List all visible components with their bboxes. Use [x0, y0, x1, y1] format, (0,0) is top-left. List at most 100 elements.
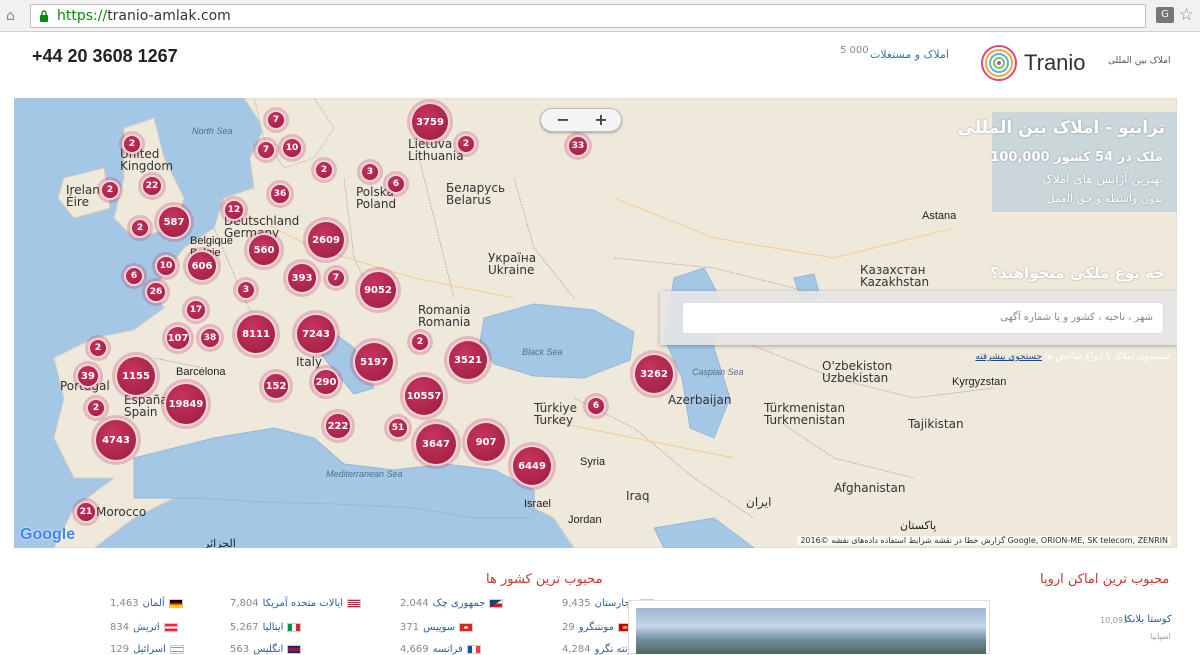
property-cluster-marker[interactable]: 1155	[115, 355, 157, 397]
property-cluster-marker[interactable]: 6	[124, 266, 144, 286]
search-input[interactable]: شهر ، ناحیه ، کشور و یا شماره آگهی	[682, 302, 1164, 334]
property-cluster-marker[interactable]: 17	[185, 299, 207, 321]
country-link-gb[interactable]: 563 انگلیس	[230, 644, 302, 655]
country-link-at[interactable]: 834 اتریش	[110, 622, 178, 633]
property-cluster-marker[interactable]: 393	[286, 262, 318, 294]
place-photo[interactable]	[636, 608, 986, 654]
advanced-search[interactable]: — جستجوی املاک با انواع شاخص ها جستجوی پ…	[964, 352, 1171, 362]
address-bar[interactable]: https://tranio-amlak.com	[30, 4, 1146, 28]
property-cluster-marker[interactable]: 6	[386, 174, 406, 194]
country-name: سوییس	[423, 622, 456, 633]
property-cluster-marker[interactable]: 2	[456, 134, 476, 154]
property-cluster-marker[interactable]: 4743	[94, 418, 138, 462]
property-cluster-marker[interactable]: 2	[314, 160, 334, 180]
property-cluster-marker[interactable]: 3759	[410, 102, 450, 142]
country-link-it[interactable]: 5,267 ایتالیا	[230, 622, 302, 633]
property-cluster-marker[interactable]: 10557	[403, 375, 445, 417]
nav-link-properties[interactable]: املاک و مستغلات	[870, 48, 949, 61]
address-text[interactable]: https://tranio-amlak.com	[57, 8, 231, 24]
country-link-cz[interactable]: 2,044 جمهوری چک	[400, 598, 504, 609]
logo-text[interactable]: Tranio	[1024, 50, 1086, 76]
map-label: Astana	[922, 210, 957, 222]
property-cluster-marker[interactable]: 38	[199, 327, 221, 349]
property-cluster-marker[interactable]: 2	[88, 338, 108, 358]
property-cluster-marker[interactable]: 907	[465, 421, 507, 463]
property-cluster-marker[interactable]: 290	[312, 368, 340, 396]
property-cluster-marker[interactable]: 51	[387, 417, 409, 439]
url-host: tranio-amlak.com	[107, 8, 231, 24]
flag-de-icon	[168, 598, 183, 608]
zoom-in-button[interactable]: +	[581, 110, 621, 129]
country-link-il[interactable]: 129 اسرائیل	[110, 644, 184, 655]
zoom-out-button[interactable]: −	[543, 110, 583, 129]
property-cluster-marker[interactable]: 2609	[306, 220, 346, 260]
map-label: Israel	[524, 498, 551, 510]
property-cluster-marker[interactable]: 3521	[447, 339, 489, 381]
property-cluster-marker[interactable]: 6	[586, 396, 606, 416]
property-cluster-marker[interactable]: 9052	[358, 270, 398, 310]
property-cluster-marker[interactable]: 10	[155, 255, 177, 277]
property-cluster-marker[interactable]: 7243	[295, 313, 337, 355]
country-link-me[interactable]: 29 مونتنگرو	[562, 622, 632, 633]
place-link-costa-blanca[interactable]: کوستا بلانکا	[1124, 614, 1172, 625]
property-cluster-marker[interactable]: 3	[360, 162, 380, 182]
property-cluster-marker[interactable]: 2	[410, 332, 430, 352]
property-cluster-marker[interactable]: 12	[223, 199, 245, 221]
property-map[interactable]: North Sea United Kingdom Ireland Éire Deutsch…	[14, 98, 1177, 548]
property-cluster-marker[interactable]: 5197	[353, 341, 395, 383]
country-count: 1,463	[110, 598, 139, 609]
property-cluster-marker[interactable]: 6449	[511, 445, 553, 487]
map-label: Türkmenistan Turkmenistan	[764, 401, 846, 427]
zoom-control: − +	[540, 108, 622, 132]
flag-fr-icon	[466, 644, 481, 654]
property-cluster-marker[interactable]: 222	[324, 412, 352, 440]
property-cluster-marker[interactable]: 22	[141, 175, 163, 197]
map-attribution[interactable]: گزارش خطا در نقشه شرایط استفاده داده‌های…	[797, 536, 1171, 545]
phone-number[interactable]: +44 20 3608 1267	[32, 46, 178, 67]
map-label: Türkiye Turkey	[534, 401, 577, 427]
property-cluster-marker[interactable]: 3	[236, 280, 256, 300]
property-cluster-marker[interactable]: 3647	[414, 422, 458, 466]
property-cluster-marker[interactable]: 10	[281, 137, 303, 159]
property-cluster-marker[interactable]: 26	[145, 281, 167, 303]
lock-icon	[40, 10, 48, 22]
page-icon[interactable]: ⌂	[6, 8, 22, 24]
country-count: 29	[562, 622, 575, 633]
advanced-search-link[interactable]: جستجوی پیشرفته	[975, 352, 1042, 362]
property-cluster-marker[interactable]: 107	[165, 325, 191, 351]
property-cluster-marker[interactable]: 606	[186, 250, 218, 282]
property-cluster-marker[interactable]: 36	[269, 183, 291, 205]
map-label: Morocco	[96, 505, 147, 519]
country-link-de[interactable]: 1,463 آلمان	[110, 598, 183, 609]
property-cluster-marker[interactable]: 2	[130, 218, 150, 238]
bookmark-star-icon[interactable]: ☆	[1179, 5, 1194, 25]
country-link-us[interactable]: 7,804 ایالات متحده آمریکا	[230, 598, 362, 609]
country-count: 4,284	[562, 644, 591, 655]
property-cluster-marker[interactable]: 19849	[164, 382, 208, 426]
search-panel: شهر ، ناحیه ، کشور و یا شماره آگهی	[660, 291, 1177, 345]
property-cluster-marker[interactable]: 2	[100, 180, 120, 200]
property-cluster-marker[interactable]: 2	[86, 398, 106, 418]
property-cluster-marker[interactable]: 7	[326, 268, 346, 288]
property-cluster-marker[interactable]: 39	[76, 364, 100, 388]
property-cluster-marker[interactable]: 33	[567, 135, 589, 157]
country-name: اتریش	[133, 622, 160, 633]
property-cluster-marker[interactable]: 21	[75, 501, 97, 523]
translate-icon[interactable]: G	[1156, 7, 1174, 23]
tranio-logo-icon[interactable]	[980, 44, 1018, 82]
listing-count: 5 000	[840, 45, 869, 56]
google-logo[interactable]: Google	[20, 526, 75, 544]
country-name: اسرائیل	[133, 644, 166, 655]
property-cluster-marker[interactable]: 152	[262, 372, 290, 400]
property-cluster-marker[interactable]: 560	[247, 233, 281, 267]
country-link-fr[interactable]: 4,669 فرانسه	[400, 644, 481, 655]
property-cluster-marker[interactable]: 3262	[633, 353, 675, 395]
country-link-ch[interactable]: 371 سوییس	[400, 622, 474, 633]
property-cluster-marker[interactable]: 8111	[235, 313, 277, 355]
property-cluster-marker[interactable]: 7	[266, 110, 286, 130]
property-cluster-marker[interactable]: 2	[122, 134, 142, 154]
map-label: O'zbekiston Uzbekistan	[822, 359, 893, 385]
map-label: Iraq	[626, 489, 650, 503]
property-cluster-marker[interactable]: 587	[157, 205, 191, 239]
property-cluster-marker[interactable]: 7	[256, 140, 276, 160]
